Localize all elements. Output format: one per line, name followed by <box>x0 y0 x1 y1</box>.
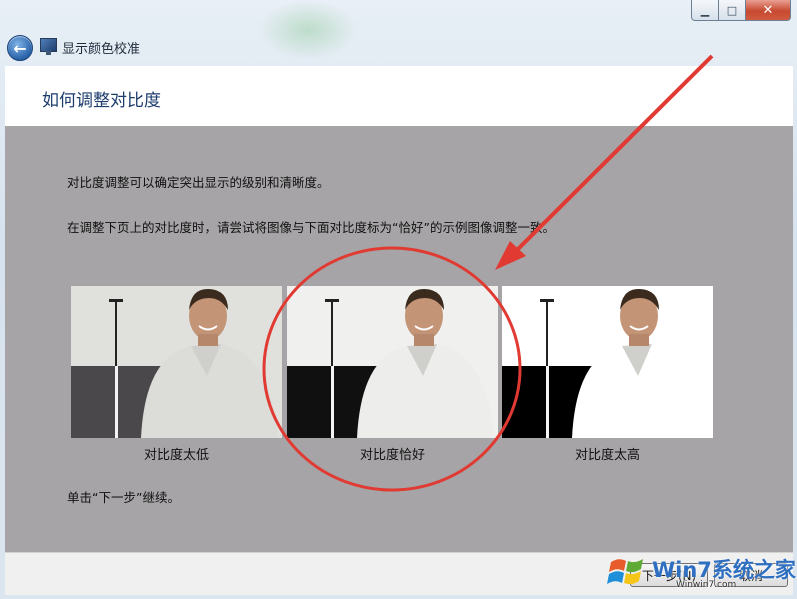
caption-high-contrast: 对比度太高 <box>574 448 640 463</box>
sample-image-low-contrast <box>71 286 282 438</box>
sample-image-high-contrast <box>502 286 713 438</box>
caption-good-contrast: 对比度恰好 <box>359 448 425 463</box>
sample-image-high-contrast-graphic <box>502 286 713 438</box>
sample-image-good-contrast <box>287 286 498 438</box>
continue-text: 单击“下一步”继续。 <box>67 490 180 505</box>
arrow-left-icon: ← <box>13 38 27 58</box>
back-button[interactable]: ← <box>7 35 33 61</box>
monitor-icon <box>40 38 57 55</box>
page-title: 如何调整对比度 <box>42 91 161 111</box>
sample-image-low-contrast-graphic <box>71 286 282 438</box>
sample-image-good-contrast-graphic <box>287 286 498 438</box>
page-header: 如何调整对比度 <box>5 66 793 126</box>
minimize-button[interactable]: ▁ <box>691 0 719 21</box>
navigation-bar: ← 显示颜色校准 <box>0 32 797 64</box>
caption-low-contrast: 对比度太低 <box>143 448 209 463</box>
description-text: 对比度调整可以确定突出显示的级别和清晰度。 <box>67 175 330 190</box>
maximize-button[interactable]: □ <box>719 0 746 21</box>
close-button[interactable]: ✕ <box>746 0 791 21</box>
watermark-url: Winwin7.com <box>676 580 737 590</box>
window-controls: ▁ □ ✕ <box>691 0 791 21</box>
window-title: 显示颜色校准 <box>62 42 141 57</box>
content-panel: 如何调整对比度 对比度调整可以确定突出显示的级别和清晰度。 在调整下页上的对比度… <box>5 66 793 552</box>
windows-logo-icon <box>607 559 643 585</box>
instruction-text: 在调整下页上的对比度时，请尝试将图像与下面对比度标为“恰好”的示例图像调整一致。 <box>67 220 555 235</box>
